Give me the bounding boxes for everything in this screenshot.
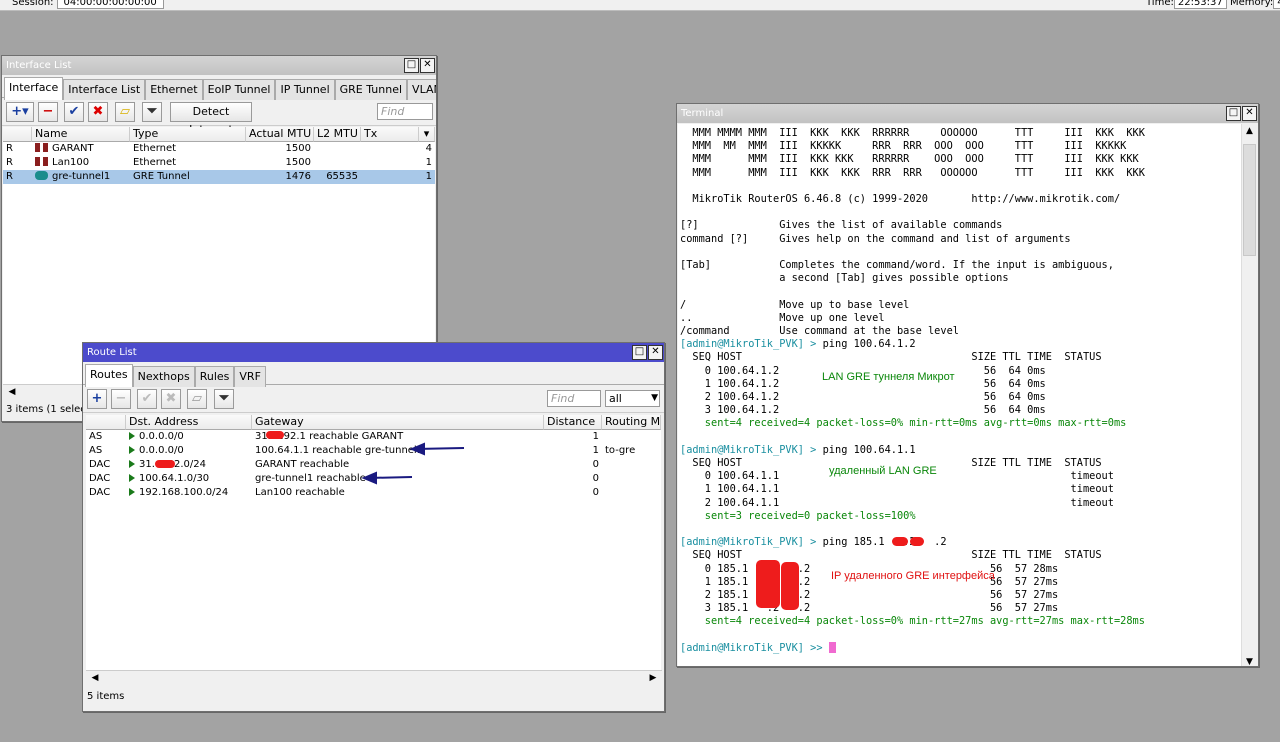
redaction-mark — [781, 562, 799, 610]
note-remote-lan: удаленный LAN GRE — [829, 465, 937, 477]
redaction-mark — [910, 537, 924, 546]
redaction-mark — [266, 431, 284, 439]
redaction-mark — [892, 537, 908, 546]
annotation-arrows — [361, 442, 465, 485]
note-ip-remote: IP удаленного GRE интерфейса — [831, 570, 995, 582]
note-lan-gre: LAN GRE туннеля Микрот — [822, 371, 955, 383]
redaction-mark — [756, 560, 780, 608]
redaction-mark — [155, 460, 175, 468]
